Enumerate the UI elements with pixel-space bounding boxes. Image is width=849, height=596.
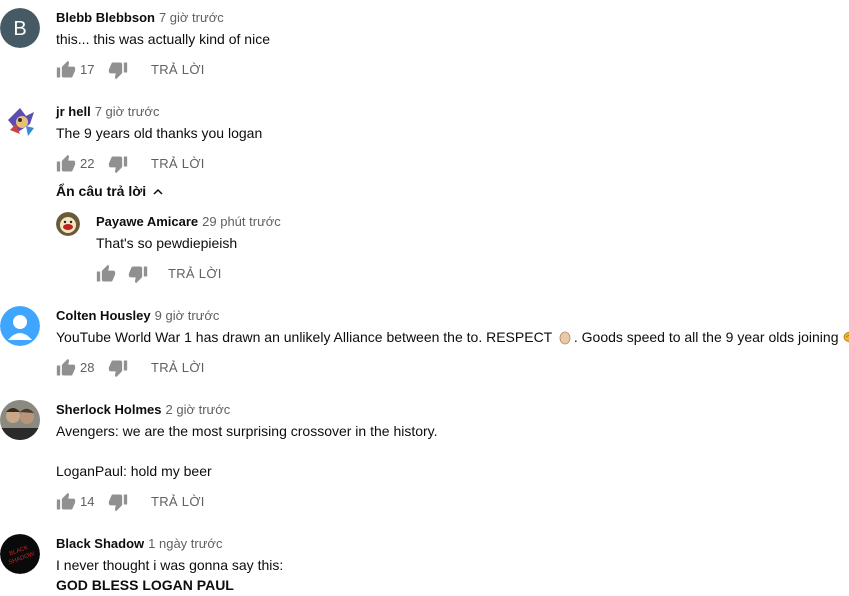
comment-header: Payawe Amicare 29 phút trước [96,214,281,229]
like-count: 14 [80,494,95,509]
like-count: 22 [80,156,95,171]
reply-button[interactable]: TRẢ LỜI [151,360,205,375]
author-name[interactable]: Black Shadow [56,536,144,551]
author-name[interactable]: Colten Housley [56,308,151,323]
reply-button[interactable]: TRẢ LỜI [151,62,205,77]
hide-replies-toggle[interactable]: Ẩn câu trả lời [56,183,164,199]
like-count: 28 [80,360,95,375]
author-name[interactable]: Sherlock Holmes [56,402,162,417]
hand-emoji-icon [559,331,571,345]
author-name[interactable]: Blebb Blebbson [56,10,155,25]
author-name[interactable]: jr hell [56,104,91,119]
comment-actions: 28 TRẢ LỜI [56,358,256,378]
thumb-down-icon[interactable] [108,358,128,378]
timestamp[interactable]: 7 giờ trước [95,104,160,119]
comment-text-line: LoganPaul: hold my beer [56,463,212,479]
comment-text-line: I never thought i was gonna say this: [56,557,284,573]
comment-text-part: . Goods speed to all the 9 year olds joi… [573,329,839,345]
comment-text: The 9 years old thanks you logan [56,125,263,141]
comment-text-line: GOD BLESS LOGAN PAUL [56,577,234,593]
comment-header: Black Shadow 1 ngày trước [56,536,222,551]
thumb-up-icon[interactable] [56,154,76,174]
avatar[interactable] [56,212,80,236]
timestamp[interactable]: 9 giờ trước [155,308,220,323]
author-name[interactable]: Payawe Amicare [96,214,198,229]
comment-header: Colten Housley 9 giờ trước [56,308,219,323]
reply-button[interactable]: TRẢ LỜI [151,156,205,171]
thumb-down-icon[interactable] [108,492,128,512]
avatar[interactable] [0,102,40,142]
comment-text-part: YouTube World War 1 has drawn an unlikel… [56,329,552,345]
avatar[interactable] [0,306,40,346]
comment-header: Sherlock Holmes 2 giờ trước [56,402,230,417]
avatar[interactable]: BLACK SHADOW [0,534,40,574]
svg-text:B: B [13,18,26,40]
thumb-down-icon[interactable] [108,60,128,80]
avatar[interactable] [0,400,40,440]
comment-header: Blebb Blebbson 7 giờ trước [56,10,224,25]
comment-header: jr hell 7 giờ trước [56,104,159,119]
comment-text: YouTube World War 1 has drawn an unlikel… [56,327,849,347]
thumb-down-icon[interactable] [128,264,148,284]
comment-text: That's so pewdiepieish [96,235,238,251]
reply-button[interactable]: TRẢ LỜI [151,494,205,509]
reply-button[interactable]: TRẢ LỜI [168,266,222,281]
comment-actions: 14 TRẢ LỜI [56,492,256,512]
timestamp[interactable]: 29 phút trước [202,214,281,229]
chevron-up-icon [153,188,163,195]
timestamp[interactable]: 7 giờ trước [159,10,224,25]
like-count: 17 [80,62,95,77]
thumb-down-icon[interactable] [108,154,128,174]
thumb-up-icon[interactable] [96,264,116,284]
comment-text: this... this was actually kind of nice [56,31,270,47]
comment-text-line: Avengers: we are the most surprising cro… [56,423,438,439]
thumb-up-icon[interactable] [56,492,76,512]
timestamp[interactable]: 2 giờ trước [166,402,231,417]
comment-actions: TRẢ LỜI [96,264,296,284]
comment-actions: 22 TRẢ LỜI [56,154,256,174]
thumb-up-icon[interactable] [56,60,76,80]
handshake-emoji-icon [843,331,849,343]
timestamp[interactable]: 1 ngày trước [148,536,222,551]
comment-actions: 17 TRẢ LỜI [56,60,256,80]
avatar[interactable]: B [0,8,40,48]
thumb-up-icon[interactable] [56,358,76,378]
hide-replies-label: Ẩn câu trả lời [56,183,147,199]
